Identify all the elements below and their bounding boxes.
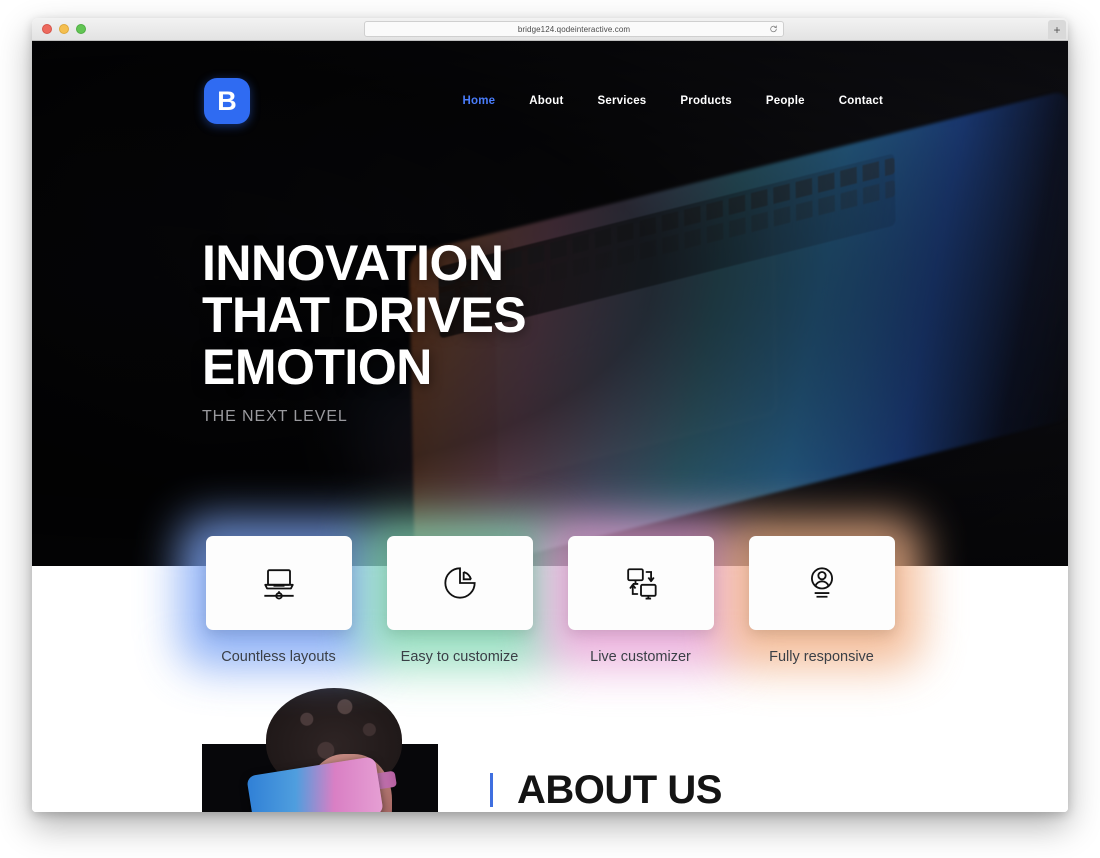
feature-card-surface[interactable] — [722, 518, 921, 668]
browser-window: bridge124.qodeinteractive.com + B Home A… — [32, 18, 1068, 812]
vr-headset-goggles — [246, 756, 384, 812]
about-text-block: About Us Technology — [490, 744, 722, 812]
feature-card-label: Fully responsive — [769, 649, 874, 665]
new-tab-button[interactable]: + — [1048, 20, 1066, 39]
feature-card-surface[interactable] — [179, 518, 378, 668]
browser-titlebar: bridge124.qodeinteractive.com + — [32, 18, 1068, 41]
minimize-window-button[interactable] — [59, 24, 69, 34]
address-bar-url: bridge124.qodeinteractive.com — [517, 24, 631, 34]
about-heading: About Us — [490, 770, 722, 810]
zoom-window-button[interactable] — [76, 24, 86, 34]
close-window-button[interactable] — [42, 24, 52, 34]
feature-card-surface[interactable] — [541, 518, 740, 668]
site-header: B Home About Services Products People Co… — [32, 41, 1068, 161]
site-logo[interactable]: B — [204, 78, 250, 124]
hero-subtitle: The next level — [202, 408, 348, 425]
nav-item-services[interactable]: Services — [597, 95, 646, 107]
feature-card-label: Countless layouts — [221, 649, 336, 665]
laptop-slider-icon — [263, 569, 294, 600]
nav-item-home[interactable]: Home — [463, 95, 496, 107]
feature-card-label: Easy to customize — [400, 649, 519, 665]
feature-card-easy-to-customize[interactable]: Easy to customize — [360, 518, 559, 668]
user-avatar-icon — [810, 567, 833, 598]
feature-card-surface[interactable] — [360, 518, 559, 668]
feature-card-fully-responsive[interactable]: Fully responsive — [722, 518, 921, 668]
feature-card-label: Live customizer — [590, 649, 691, 665]
hero-copy: Innovation that drives emotion The next … — [202, 235, 527, 426]
nav-item-products[interactable]: Products — [680, 95, 731, 107]
main-navigation: Home About Services Products People Cont… — [463, 95, 884, 107]
page-viewport: B Home About Services Products People Co… — [32, 41, 1068, 812]
hero-section: B Home About Services Products People Co… — [32, 41, 1068, 566]
feature-card-live-customizer[interactable]: Live customizer — [541, 518, 740, 668]
two-monitors-sync-icon — [626, 568, 657, 600]
reload-icon[interactable] — [769, 25, 778, 34]
pie-chart-icon — [443, 567, 476, 599]
about-vr-image — [202, 688, 438, 812]
feature-card-list: Countless layouts Easy to customize Live… — [32, 518, 1068, 668]
address-bar[interactable]: bridge124.qodeinteractive.com — [364, 21, 784, 37]
nav-item-about[interactable]: About — [529, 95, 563, 107]
about-accent-bar — [490, 773, 493, 807]
nav-item-contact[interactable]: Contact — [839, 95, 883, 107]
about-content: About Us Technology — [202, 688, 962, 812]
hero-title: Innovation that drives emotion — [202, 235, 527, 395]
feature-card-countless-layouts[interactable]: Countless layouts — [179, 518, 378, 668]
about-title: About Us — [517, 768, 722, 812]
window-controls — [42, 24, 86, 34]
nav-item-people[interactable]: People — [766, 95, 805, 107]
